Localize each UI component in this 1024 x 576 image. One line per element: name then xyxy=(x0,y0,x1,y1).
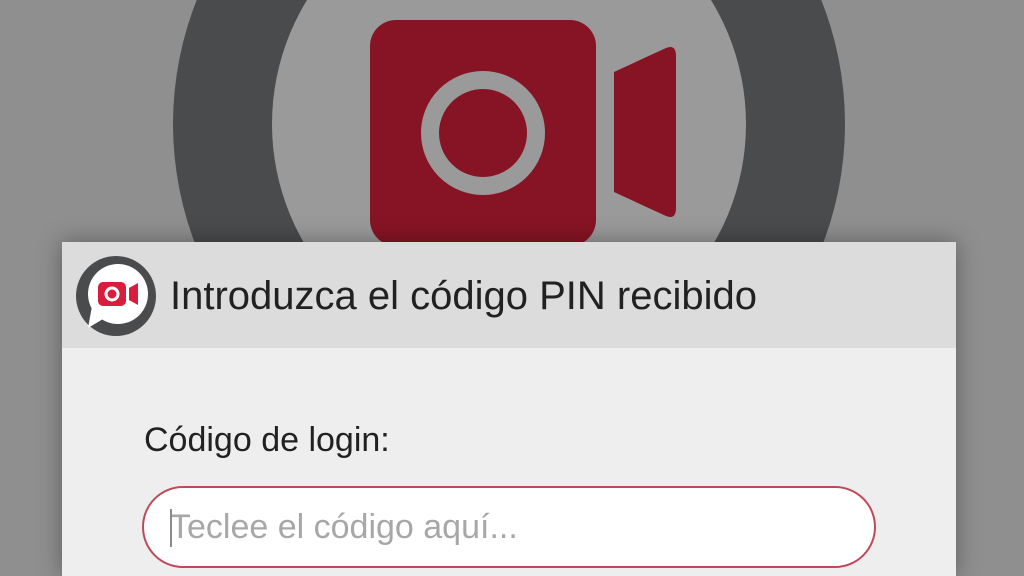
video-chat-icon xyxy=(76,256,156,336)
login-code-input[interactable] xyxy=(142,486,876,568)
pin-dialog: Introduzca el código PIN recibido Código… xyxy=(62,242,956,576)
login-code-label: Código de login: xyxy=(144,421,390,459)
dialog-title: Introduzca el código PIN recibido xyxy=(170,274,757,318)
dialog-header: Introduzca el código PIN recibido xyxy=(62,242,956,348)
text-cursor xyxy=(170,509,172,547)
